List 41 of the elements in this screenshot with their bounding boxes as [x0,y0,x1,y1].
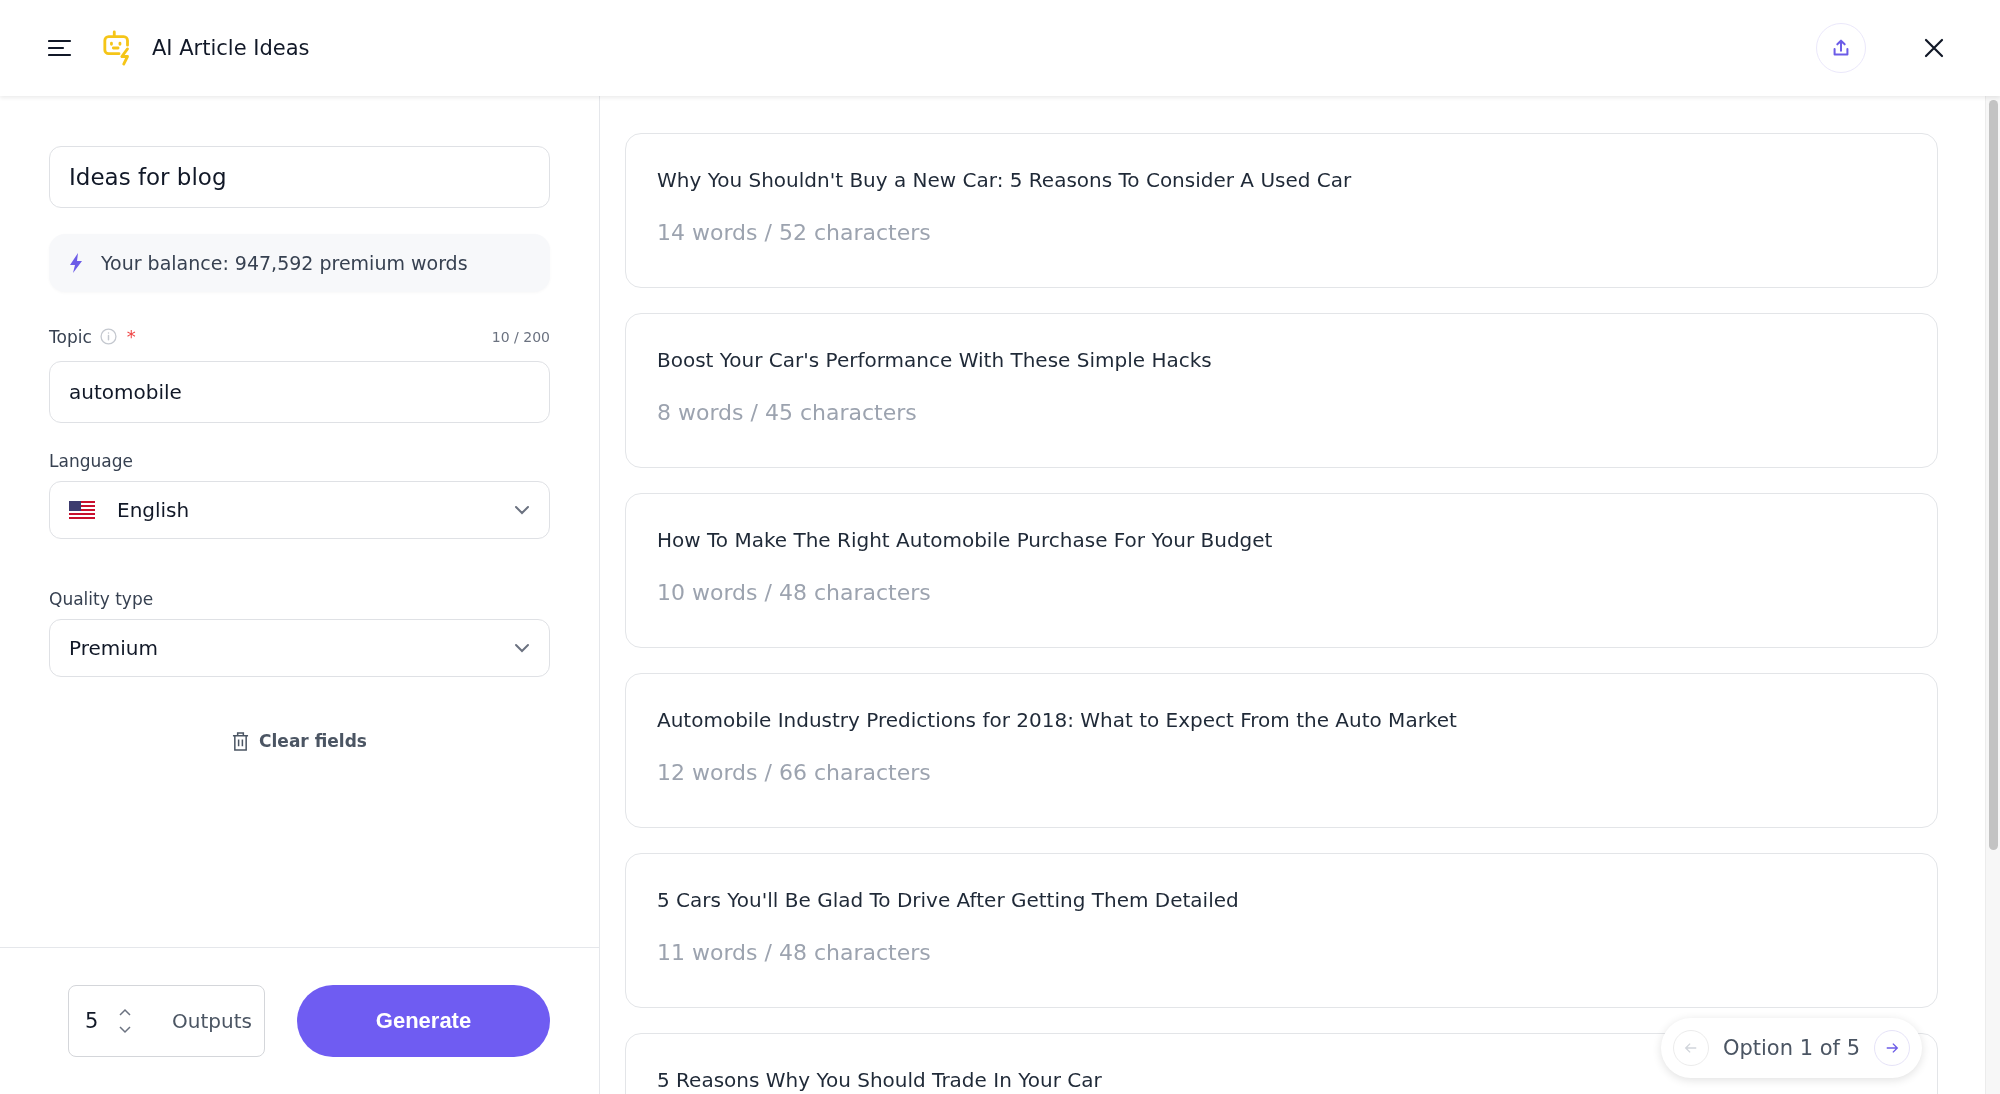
lightning-icon [69,252,83,274]
word-count: 12 words / 66 characters [657,760,932,785]
word-count: 8 words / 45 characters [657,400,918,425]
generate-button[interactable]: Generate [297,985,550,1057]
word-count: 10 words / 48 characters [657,580,932,605]
article-title: 5 Reasons Why You Should Trade In Your Car [657,1068,1103,1092]
topic-label: Topic [49,326,92,347]
outputs-stepper[interactable]: 5 Outputs [68,985,265,1057]
result-card[interactable]: Why You Shouldn't Buy a New Car: 5 Reasons To Consider A Used Car 14 words / 52 characters [625,133,1938,288]
topic-input[interactable]: automobile [49,361,550,423]
clear-fields-button[interactable]: Clear fields [232,731,367,751]
character-counter: 10 / 200 [491,328,550,345]
result-card[interactable]: How To Make The Right Automobile Purchase For Your Budget 10 words / 48 characters [625,493,1938,648]
flag-icon [69,501,95,519]
result-card[interactable]: Boost Your Car's Performance With These Simple Hacks 8 words / 45 characters [625,313,1938,468]
scrollbar-drawing[interactable] [1985,96,2000,1094]
article-title: Boost Your Car's Performance With These Simple Hacks [657,348,1213,372]
chevron-down-icon [514,643,530,653]
word-count: 14 words / 52 characters [657,220,932,245]
quality-select[interactable]: Premium [49,619,550,677]
stepper-arrows-icon[interactable] [118,1008,133,1034]
article-title: Why You Shouldn't Buy a New Car: 5 Reasons To Consider A Used Car [657,168,1353,192]
chevron-down-icon [514,505,530,515]
close-icon[interactable] [1924,38,1944,58]
result-card[interactable]: Automobile Industry Predictions for 2018: What to Expect From the Auto Market 12 words / 66 characters [625,673,1938,828]
document-title-field[interactable]: Ideas for blog [49,146,550,208]
menu-icon[interactable] [48,39,72,57]
required-mark: * [126,326,136,347]
share-button[interactable] [1816,23,1866,73]
option-counter: Option 1 of 5 [1722,1036,1860,1060]
language-select[interactable]: English [49,481,550,539]
trash-icon [232,731,250,751]
app-title: AI Article Ideas [152,36,310,60]
quality-label: Quality type [49,589,155,609]
word-count: 11 words / 48 characters [657,940,932,965]
result-card[interactable]: 5 Cars You'll Be Glad To Drive After Getting Them Detailed 11 words / 48 characters [625,853,1938,1008]
article-title: How To Make The Right Automobile Purchase For Your Budget [657,528,1274,552]
language-label: Language [49,451,134,471]
article-title: Automobile Industry Predictions for 2018: What to Expect From the Auto Market [657,708,1458,732]
balance-text: Your balance: 947,592 premium words [101,252,468,274]
article-title: 5 Cars You'll Be Glad To Drive After Getting Them Detailed [657,888,1240,912]
